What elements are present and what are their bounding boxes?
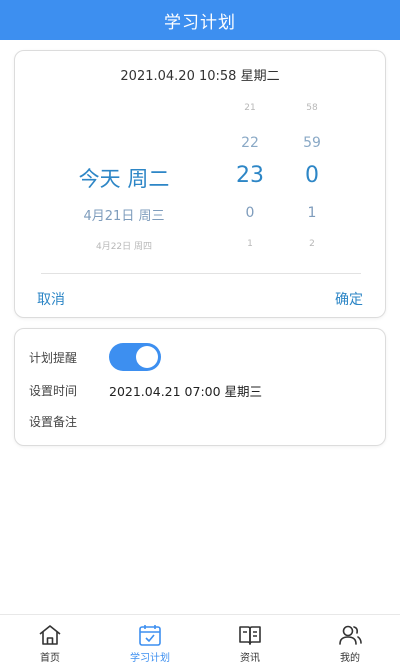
datetime-picker-card: 2021.04.20 10:58 星期二 今天 周二 4月21日 周三 4月22…: [14, 50, 386, 318]
confirm-button[interactable]: 确定: [335, 289, 363, 309]
tab-label: 首页: [40, 653, 60, 664]
date-option-selected[interactable]: 今天 周二: [59, 163, 189, 193]
reminder-toggle[interactable]: [109, 343, 161, 371]
tab-home[interactable]: 首页: [0, 615, 100, 666]
date-option[interactable]: 4月22日 周四: [59, 239, 189, 252]
minute-option[interactable]: 1: [287, 205, 337, 221]
hour-option[interactable]: 0: [225, 205, 275, 221]
minute-option-selected[interactable]: 0: [287, 163, 337, 188]
plan-settings-card: 计划提醒 设置时间 2021.04.21 07:00 星期三 设置备注: [14, 328, 386, 446]
time-value[interactable]: 2021.04.21 07:00 星期三: [109, 381, 262, 400]
home-icon: [39, 625, 61, 645]
tab-label: 我的: [340, 653, 360, 664]
user-icon: [339, 625, 362, 645]
time-label: 设置时间: [29, 384, 78, 398]
picker-divider: [41, 273, 361, 274]
hour-option[interactable]: 21: [225, 103, 275, 113]
hour-option-selected[interactable]: 23: [225, 163, 275, 188]
reminder-row: 计划提醒: [29, 343, 371, 371]
note-label: 设置备注: [29, 415, 78, 429]
minute-option[interactable]: 59: [287, 135, 337, 151]
tab-study-plan[interactable]: 学习计划: [100, 615, 200, 666]
page-title: 学习计划: [164, 12, 236, 33]
note-row[interactable]: 设置备注: [29, 413, 371, 430]
date-option[interactable]: 4月21日 周三: [59, 205, 189, 224]
book-icon: [239, 626, 261, 645]
minute-option[interactable]: 58: [287, 103, 337, 113]
current-datetime: 2021.04.20 10:58 星期二: [120, 69, 280, 84]
hour-option[interactable]: 22: [225, 135, 275, 151]
tab-label: 资讯: [240, 653, 260, 664]
reminder-label: 计划提醒: [29, 350, 78, 365]
minute-option[interactable]: 2: [287, 239, 337, 249]
time-row[interactable]: 设置时间 2021.04.21 07:00 星期三: [29, 381, 371, 400]
tab-mine[interactable]: 我的: [300, 615, 400, 666]
hour-option[interactable]: 1: [225, 239, 275, 249]
toggle-knob: [136, 346, 158, 368]
cancel-button[interactable]: 取消: [37, 289, 65, 309]
app-header: 学习计划: [0, 0, 400, 40]
tab-news[interactable]: 资讯: [200, 615, 300, 666]
bottom-tab-bar: 首页 学习计划 资讯 我的: [0, 614, 400, 666]
calendar-icon: [139, 625, 161, 646]
tab-label: 学习计划: [130, 653, 170, 664]
